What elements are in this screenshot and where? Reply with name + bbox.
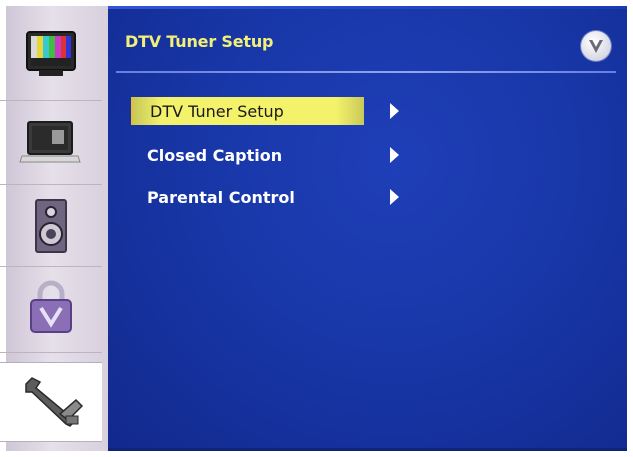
menu-item-closed-caption[interactable]: Closed Caption xyxy=(131,141,282,169)
sidebar-item-input[interactable] xyxy=(0,108,102,180)
laptop-icon xyxy=(18,116,84,172)
chevron-right-icon xyxy=(390,147,399,163)
tv-color-bars-icon xyxy=(21,28,81,84)
panel-top-edge xyxy=(108,6,627,9)
chevron-right-icon xyxy=(390,103,399,119)
padlock-icon xyxy=(23,276,79,340)
vizio-logo-icon xyxy=(581,31,611,61)
menu-item-label: Closed Caption xyxy=(147,145,283,165)
panel-bottom-edge xyxy=(108,448,627,451)
sidebar-divider xyxy=(0,184,102,185)
menu-item-dtv-tuner-setup[interactable]: DTV Tuner Setup xyxy=(131,97,364,125)
sidebar-item-audio[interactable] xyxy=(0,192,102,264)
sidebar-item-setup[interactable] xyxy=(0,362,102,442)
panel-title: DTV Tuner Setup xyxy=(125,32,274,51)
sidebar-divider xyxy=(0,266,102,267)
title-divider xyxy=(116,71,616,73)
sidebar-divider xyxy=(0,352,102,353)
menu-item-parental-control[interactable]: Parental Control xyxy=(131,183,295,211)
sidebar-item-picture[interactable] xyxy=(0,20,102,92)
speaker-icon xyxy=(26,196,76,260)
chevron-right-icon xyxy=(390,189,399,205)
sidebar-divider xyxy=(0,100,102,101)
menu-item-label: Parental Control xyxy=(147,187,295,207)
menu-item-label: DTV Tuner Setup xyxy=(150,101,284,121)
sidebar-item-parental[interactable] xyxy=(0,272,102,344)
wrench-icon xyxy=(16,370,86,434)
